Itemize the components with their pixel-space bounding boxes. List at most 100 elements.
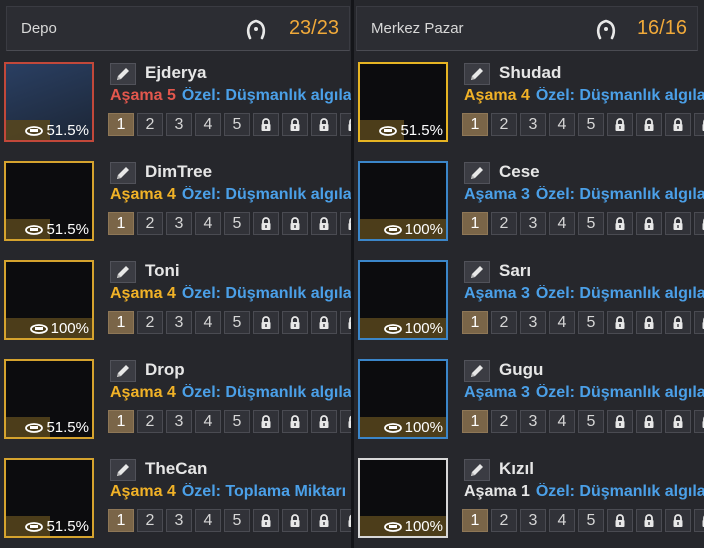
skill-slot[interactable]: 2 [137, 410, 163, 433]
pet-row[interactable]: 100% Toni Aşama 4 Özel: Düşmanlık algılar 1 2… [0, 260, 352, 356]
skill-slot[interactable]: 3 [520, 311, 546, 334]
skill-slot[interactable]: 1 [462, 509, 488, 532]
skill-slot[interactable]: 5 [224, 113, 250, 136]
pet-portrait[interactable]: 51.5% [4, 458, 94, 538]
locked-skill-slot[interactable] [636, 410, 662, 433]
pet-portrait[interactable]: 100% [358, 458, 448, 538]
pet-portrait[interactable]: 51.5% [4, 62, 94, 142]
skill-slot[interactable]: 5 [578, 212, 604, 235]
skill-slot[interactable]: 5 [224, 212, 250, 235]
skill-slot[interactable]: 1 [462, 212, 488, 235]
pet-row[interactable]: 51.5% Drop Aşama 4 Özel: Düşmanlık algılar 1… [0, 359, 352, 455]
pet-row[interactable]: 51.5% DimTree Aşama 4 Özel: Düşmanlık algıl… [0, 161, 352, 257]
skill-slot[interactable]: 2 [491, 509, 517, 532]
skill-slot[interactable]: 5 [578, 509, 604, 532]
pet-row[interactable]: 51.5% Shudad Aşama 4 Özel: Düşmanlık algıla… [354, 62, 704, 158]
rename-button[interactable] [110, 360, 136, 382]
skill-slot[interactable]: 3 [166, 509, 192, 532]
rename-button[interactable] [110, 63, 136, 85]
skill-slot[interactable]: 5 [578, 113, 604, 136]
skill-slot[interactable]: 1 [108, 212, 134, 235]
locked-skill-slot[interactable] [636, 311, 662, 334]
locked-skill-slot[interactable] [636, 113, 662, 136]
locked-skill-slot[interactable] [607, 509, 633, 532]
skill-slot[interactable]: 4 [195, 212, 221, 235]
skill-slot[interactable]: 3 [166, 410, 192, 433]
locked-skill-slot[interactable] [253, 509, 279, 532]
pet-portrait[interactable]: 100% [358, 260, 448, 340]
locked-skill-slot[interactable] [607, 311, 633, 334]
pet-row[interactable]: 51.5% Ejderya Aşama 5 Özel: Düşmanlık algıl… [0, 62, 352, 158]
locked-skill-slot[interactable] [253, 410, 279, 433]
pet-portrait[interactable]: 100% [358, 161, 448, 241]
locked-skill-slot[interactable] [607, 113, 633, 136]
skill-slot[interactable]: 5 [578, 311, 604, 334]
locked-skill-slot[interactable] [636, 509, 662, 532]
locked-skill-slot[interactable] [607, 410, 633, 433]
rename-button[interactable] [464, 360, 490, 382]
pet-row[interactable]: 100% Sarı Aşama 3 Özel: Düşmanlık algılar 1 2… [354, 260, 704, 356]
locked-skill-slot[interactable] [311, 311, 337, 334]
skill-slot[interactable]: 3 [520, 410, 546, 433]
locked-skill-slot[interactable] [282, 113, 308, 136]
skill-slot[interactable]: 3 [520, 509, 546, 532]
locked-skill-slot[interactable] [282, 509, 308, 532]
locked-skill-slot[interactable] [253, 311, 279, 334]
locked-skill-slot[interactable] [665, 212, 691, 235]
rename-button[interactable] [110, 459, 136, 481]
skill-slot[interactable]: 5 [224, 410, 250, 433]
locked-skill-slot[interactable] [665, 410, 691, 433]
pet-portrait[interactable]: 51.5% [4, 161, 94, 241]
skill-slot[interactable]: 4 [549, 212, 575, 235]
skill-slot[interactable]: 2 [491, 212, 517, 235]
skill-slot[interactable]: 1 [108, 410, 134, 433]
rename-button[interactable] [464, 459, 490, 481]
locked-skill-slot[interactable] [694, 311, 704, 334]
locked-skill-slot[interactable] [694, 509, 704, 532]
rename-button[interactable] [464, 261, 490, 283]
rename-button[interactable] [110, 162, 136, 184]
skill-slot[interactable]: 2 [137, 212, 163, 235]
skill-slot[interactable]: 2 [137, 113, 163, 136]
skill-slot[interactable]: 1 [462, 311, 488, 334]
locked-skill-slot[interactable] [665, 509, 691, 532]
locked-skill-slot[interactable] [253, 212, 279, 235]
skill-slot[interactable]: 1 [462, 410, 488, 433]
pet-portrait[interactable]: 51.5% [358, 62, 448, 142]
skill-slot[interactable]: 3 [166, 311, 192, 334]
skill-slot[interactable]: 4 [549, 509, 575, 532]
skill-slot[interactable]: 3 [166, 113, 192, 136]
locked-skill-slot[interactable] [282, 410, 308, 433]
locked-skill-slot[interactable] [665, 113, 691, 136]
skill-slot[interactable]: 3 [520, 212, 546, 235]
skill-slot[interactable]: 2 [491, 410, 517, 433]
skill-slot[interactable]: 5 [578, 410, 604, 433]
rename-button[interactable] [464, 63, 490, 85]
skill-slot[interactable]: 4 [549, 113, 575, 136]
locked-skill-slot[interactable] [694, 113, 704, 136]
pet-row[interactable]: 100% Kızıl Aşama 1 Özel: Düşmanlık algılar 1… [354, 458, 704, 548]
locked-skill-slot[interactable] [253, 113, 279, 136]
skill-slot[interactable]: 2 [137, 509, 163, 532]
skill-slot[interactable]: 1 [462, 113, 488, 136]
locked-skill-slot[interactable] [636, 212, 662, 235]
skill-slot[interactable]: 5 [224, 509, 250, 532]
skill-slot[interactable]: 1 [108, 509, 134, 532]
skill-slot[interactable]: 4 [195, 509, 221, 532]
pet-row[interactable]: 51.5% TheCan Aşama 4 Özel: Toplama Miktarı 1… [0, 458, 352, 548]
skill-slot[interactable]: 2 [491, 311, 517, 334]
skill-slot[interactable]: 3 [166, 212, 192, 235]
skill-slot[interactable]: 4 [195, 410, 221, 433]
locked-skill-slot[interactable] [311, 113, 337, 136]
pet-portrait[interactable]: 100% [358, 359, 448, 439]
skill-slot[interactable]: 2 [137, 311, 163, 334]
pet-row[interactable]: 100% Cese Aşama 3 Özel: Düşmanlık algılar 1 2… [354, 161, 704, 257]
pet-portrait[interactable]: 100% [4, 260, 94, 340]
skill-slot[interactable]: 4 [195, 311, 221, 334]
skill-slot[interactable]: 1 [108, 311, 134, 334]
locked-skill-slot[interactable] [694, 410, 704, 433]
skill-slot[interactable]: 4 [549, 311, 575, 334]
locked-skill-slot[interactable] [607, 212, 633, 235]
skill-slot[interactable]: 1 [108, 113, 134, 136]
skill-slot[interactable]: 4 [195, 113, 221, 136]
